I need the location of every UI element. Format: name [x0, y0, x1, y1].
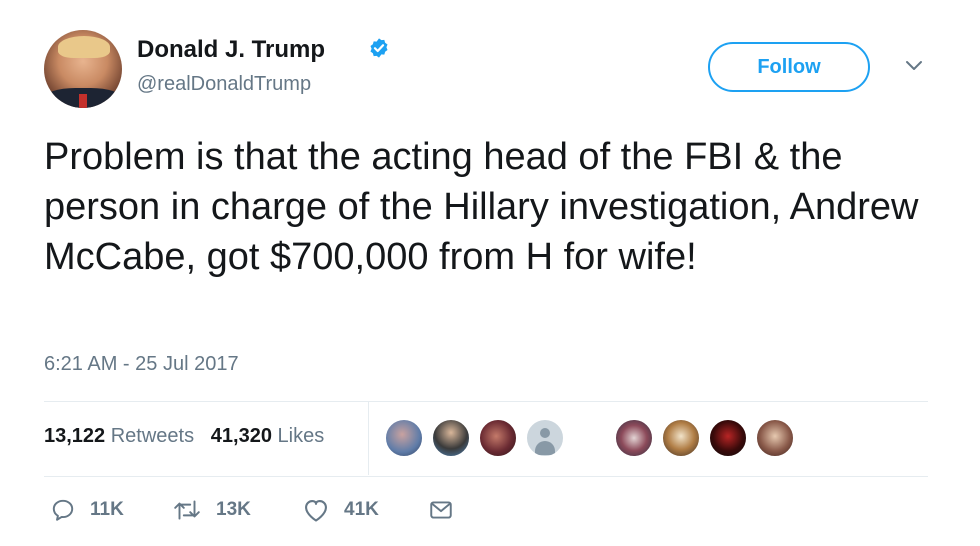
retweets-count: 13,122 [44, 425, 106, 447]
default-avatar-icon[interactable] [525, 418, 565, 458]
retweet-icon [174, 500, 200, 520]
envelope-icon [430, 501, 452, 519]
follow-button[interactable]: Follow [708, 42, 870, 92]
reply-icon [52, 499, 74, 521]
liker-avatar[interactable] [661, 418, 701, 458]
verified-badge-icon [370, 38, 388, 58]
likes-stat[interactable]: 41,320 Likes [211, 425, 324, 447]
liker-avatar[interactable] [708, 418, 748, 458]
likes-label: Likes [277, 425, 325, 447]
reply-count: 11K [90, 499, 124, 520]
liker-avatar[interactable] [384, 418, 424, 458]
avatar-tie [79, 94, 87, 108]
liker-avatar[interactable] [614, 418, 654, 458]
heart-icon [305, 499, 327, 522]
avatar-hair [58, 36, 110, 58]
tweet-text: Problem is that the acting head of the F… [44, 136, 919, 278]
liker-avatar[interactable] [755, 418, 795, 458]
author-handle[interactable]: @realDonaldTrump [137, 73, 311, 96]
retweets-stat[interactable]: 13,122 Retweets [44, 425, 194, 447]
author-avatar[interactable] [44, 30, 122, 108]
liker-avatar[interactable] [478, 418, 518, 458]
like-count: 41K [344, 499, 379, 520]
author-name[interactable]: Donald J. Trump [137, 36, 325, 64]
stats-divider [368, 402, 369, 475]
like-button[interactable]: 41K [302, 497, 379, 523]
retweet-count: 13K [216, 499, 251, 520]
engagement-stats: 13,122 Retweets 41,320 Likes [44, 425, 324, 448]
liker-avatar[interactable] [431, 418, 471, 458]
retweets-label: Retweets [110, 425, 195, 447]
chevron-down-icon[interactable] [904, 58, 924, 72]
tweet-timestamp[interactable]: 6:21 AM - 25 Jul 2017 [44, 353, 239, 376]
divider-top [44, 401, 928, 402]
divider-bottom [44, 476, 928, 477]
reply-button[interactable]: 11K [50, 497, 124, 523]
direct-message-button[interactable] [428, 497, 468, 523]
retweet-button[interactable]: 13K [172, 497, 251, 523]
likes-count: 41,320 [210, 425, 272, 447]
